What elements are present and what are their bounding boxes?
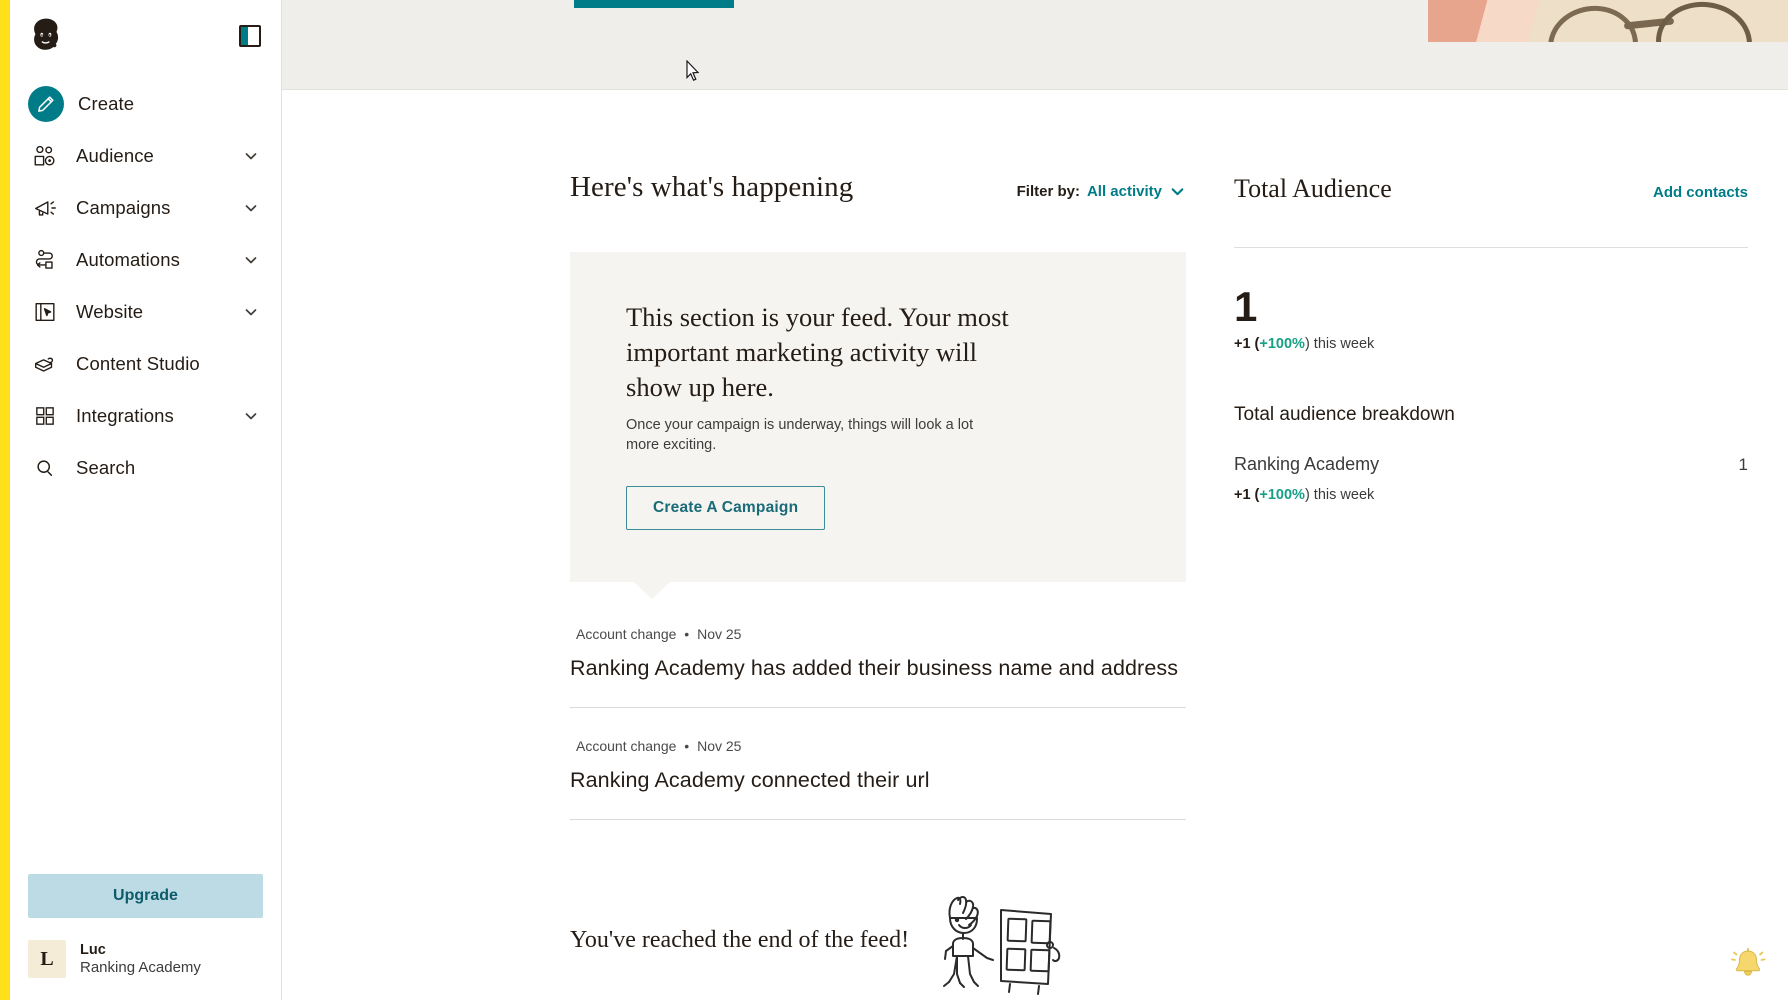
upgrade-button[interactable]: Upgrade <box>28 874 263 918</box>
feed-empty-state-card: This section is your feed. Your most imp… <box>570 251 1186 599</box>
delta-suffix: ) this week <box>1304 336 1375 353</box>
mouse-cursor <box>686 60 700 81</box>
feed-item-separator: • <box>684 625 690 642</box>
audience-icon <box>28 139 62 173</box>
delta-percent: +100% <box>1259 487 1305 504</box>
app-root: Create Audience Campaigns Automations We… <box>0 0 1788 1000</box>
search-icon <box>28 451 62 485</box>
avatar: L <box>28 940 66 978</box>
brand-accent-rail <box>0 0 10 1000</box>
create-campaign-button[interactable]: Create A Campaign <box>626 485 826 530</box>
top-promo-banner <box>282 0 1788 90</box>
account-switcher[interactable]: L Luc Ranking Academy <box>10 932 281 1000</box>
breakdown-row[interactable]: Ranking Academy 1 +1 (+100%) this week <box>1234 454 1748 503</box>
activity-filter-dropdown[interactable]: Filter by: All activity <box>1017 183 1186 200</box>
sidebar-nav: Create Audience Campaigns Automations We… <box>10 72 281 494</box>
delta-prefix: +1 ( <box>1234 487 1260 504</box>
breakdown-row-main: Ranking Academy 1 <box>1234 454 1748 475</box>
sidebar-item-content-studio[interactable]: Content Studio <box>10 338 281 390</box>
breakdown-audience-name: Ranking Academy <box>1234 454 1380 475</box>
total-audience-count: 1 <box>1234 283 1258 331</box>
website-icon <box>28 295 62 329</box>
chevron-down-icon[interactable] <box>243 252 259 268</box>
collapse-panel-icon[interactable] <box>239 25 261 47</box>
chevron-down-icon[interactable] <box>1169 183 1186 200</box>
feed-header: Here's what's happening Filter by: All a… <box>570 152 1186 224</box>
sidebar-item-integrations[interactable]: Integrations <box>10 390 281 442</box>
sidebar-header <box>10 0 281 72</box>
chevron-down-icon[interactable] <box>243 200 259 216</box>
delta-prefix: +1 ( <box>1234 336 1260 353</box>
sidebar-item-label: Content Studio <box>76 353 200 374</box>
promo-banner-photo <box>1428 0 1788 42</box>
delta-percent: +100% <box>1259 336 1305 353</box>
sidebar-item-label: Integrations <box>76 405 174 426</box>
feed-item-category: Account change <box>576 737 677 754</box>
sidebar-item-label: Search <box>76 457 136 478</box>
automation-icon <box>28 243 62 277</box>
grid-icon <box>28 399 62 433</box>
sidebar-item-search[interactable]: Search <box>10 442 281 494</box>
chevron-down-icon[interactable] <box>243 148 259 164</box>
feed-item-meta: Account change • Nov 25 <box>576 738 1186 754</box>
notification-bell-icon[interactable] <box>1726 942 1770 986</box>
add-contacts-link[interactable]: Add contacts <box>1653 184 1748 201</box>
sidebar-item-website[interactable]: Website <box>10 286 281 338</box>
feed-item-headline: Ranking Academy has added their business… <box>570 655 1179 680</box>
feed-item-category: Account change <box>576 625 677 642</box>
content-area: Here's what's happening Filter by: All a… <box>282 90 1788 1000</box>
sidebar-item-label: Website <box>76 301 144 322</box>
account-user-name: Luc <box>80 941 106 958</box>
feed-end-section: You've reached the end of the feed! <box>570 820 1186 996</box>
chevron-down-icon[interactable] <box>243 304 259 320</box>
feed-item[interactable]: Account change • Nov 25 Ranking Academy … <box>570 596 1186 708</box>
audience-panel-header: Total Audience Add contacts <box>1234 152 1748 249</box>
sidebar-item-create[interactable]: Create <box>10 78 281 130</box>
mailchimp-freddie-logo[interactable] <box>24 14 68 58</box>
main-region: Here's what's happening Filter by: All a… <box>282 0 1788 1000</box>
page-title: Here's what's happening <box>570 171 854 204</box>
feed-empty-subtext: Once your campaign is underway, things w… <box>626 416 974 454</box>
audience-panel-title: Total Audience <box>1234 173 1392 203</box>
sidebar-item-audience[interactable]: Audience <box>10 130 281 182</box>
breakdown-audience-count: 1 <box>1738 455 1748 475</box>
eyeglasses-lens-right <box>1652 0 1756 42</box>
feed-item-separator: • <box>684 737 690 754</box>
total-audience-panel: Total Audience Add contacts 1 +1 (+100%)… <box>1234 90 1788 1000</box>
feed-empty-heading: This section is your feed. Your most imp… <box>626 301 1009 402</box>
total-audience-delta: +1 (+100%) this week <box>1234 336 1748 352</box>
filter-selected-value: All activity <box>1086 183 1162 201</box>
feed-column: Here's what's happening Filter by: All a… <box>282 90 1234 1000</box>
primary-sidebar: Create Audience Campaigns Automations We… <box>10 0 282 1000</box>
sidebar-item-label: Audience <box>76 145 154 166</box>
sidebar-item-label: Campaigns <box>76 197 171 218</box>
promo-cta-stub[interactable] <box>574 0 734 8</box>
delta-suffix: ) this week <box>1304 487 1375 504</box>
breakdown-audience-delta: +1 (+100%) this week <box>1234 487 1748 503</box>
filter-label: Filter by: <box>1016 183 1080 201</box>
pencil-icon <box>28 86 64 122</box>
feed-item-date: Nov 25 <box>697 625 742 642</box>
sidebar-item-automations[interactable]: Automations <box>10 234 281 286</box>
person-with-door-doodle <box>943 895 1061 995</box>
account-text: Luc Ranking Academy <box>80 941 201 978</box>
feed-item[interactable]: Account change • Nov 25 Ranking Academy … <box>570 708 1186 820</box>
sidebar-item-label: Create <box>78 93 135 114</box>
account-org-name: Ranking Academy <box>80 958 201 976</box>
megaphone-icon <box>28 191 62 225</box>
feed-item-date: Nov 25 <box>697 737 742 754</box>
breakdown-title: Total audience breakdown <box>1234 404 1455 426</box>
content-icon <box>28 347 62 381</box>
sidebar-item-label: Automations <box>76 249 180 270</box>
chevron-down-icon[interactable] <box>243 408 259 424</box>
feed-item-headline: Ranking Academy connected their url <box>570 767 930 792</box>
eyeglasses-lens-left <box>1543 0 1643 42</box>
feed-item-meta: Account change • Nov 25 <box>576 626 1186 642</box>
feed-end-message: You've reached the end of the feed! <box>570 927 910 954</box>
sidebar-item-campaigns[interactable]: Campaigns <box>10 182 281 234</box>
